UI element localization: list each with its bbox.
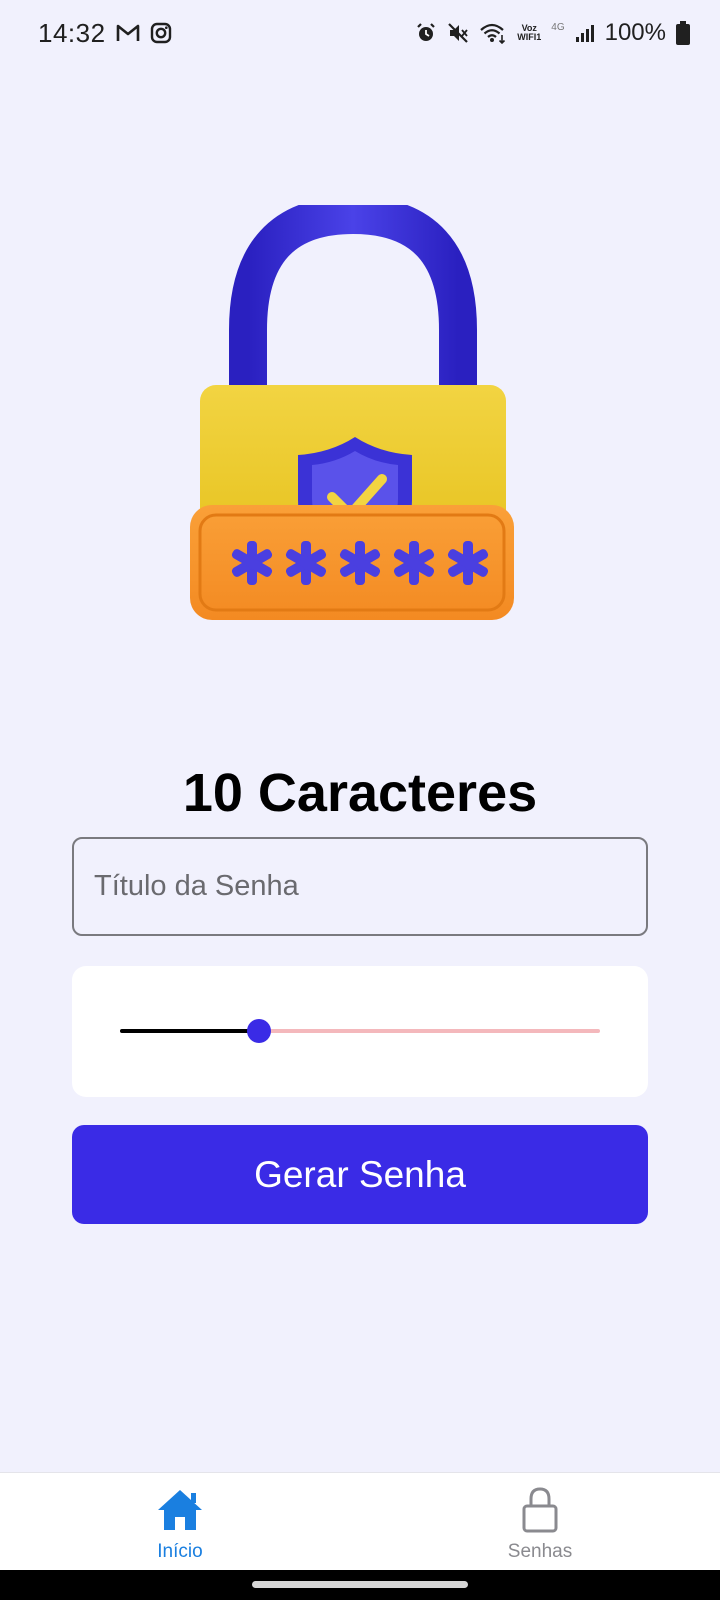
- slider-active-track: [120, 1029, 260, 1033]
- wifi-icon: [479, 22, 507, 44]
- padlock-icon: [190, 195, 514, 620]
- tab-senhas-label: Senhas: [507, 1541, 573, 1562]
- password-title-field[interactable]: [72, 837, 648, 936]
- system-navigation-bar: [0, 1570, 720, 1600]
- gmail-icon: [116, 23, 140, 43]
- lock-icon: [521, 1485, 559, 1535]
- status-bar-right: Voz WIFI1 4G 100%: [415, 19, 690, 47]
- wifi-calling-label: WIFI1: [517, 32, 542, 42]
- slider-inactive-track: [259, 1029, 600, 1033]
- home-gesture-handle[interactable]: [252, 1581, 468, 1588]
- length-slider[interactable]: [120, 1019, 600, 1043]
- character-count-heading: 10 Caracteres: [182, 763, 538, 823]
- battery-icon: [676, 21, 690, 45]
- slider-thumb[interactable]: [247, 1019, 272, 1043]
- voz-wifi-indicator: Voz WIFI1: [517, 24, 541, 42]
- home-icon: [156, 1485, 204, 1535]
- mute-icon: [447, 22, 469, 44]
- signal-icon: [575, 23, 595, 43]
- password-title-input[interactable]: [94, 870, 646, 903]
- tab-inicio-label: Início: [157, 1541, 203, 1562]
- generate-password-button[interactable]: Gerar Senha: [72, 1125, 648, 1224]
- instagram-icon: [150, 22, 172, 44]
- status-bar: 14:32 Voz WIFI1 4G 100%: [0, 0, 720, 66]
- network-type: 4G: [551, 21, 565, 33]
- bottom-navigation: Início Senhas: [0, 1472, 720, 1570]
- status-time: 14:32: [38, 17, 106, 48]
- alarm-icon: [415, 22, 437, 44]
- status-bar-left: 14:32: [38, 18, 172, 49]
- battery-percent: 100%: [604, 19, 666, 46]
- app-screen: 14:32 Voz WIFI1 4G 100% 10 Caracteres Tí…: [0, 0, 720, 1600]
- length-slider-card: [72, 966, 648, 1097]
- tab-senhas[interactable]: Senhas: [440, 1473, 640, 1571]
- padlock-illustration: [190, 195, 530, 635]
- tab-inicio[interactable]: Início: [80, 1473, 280, 1571]
